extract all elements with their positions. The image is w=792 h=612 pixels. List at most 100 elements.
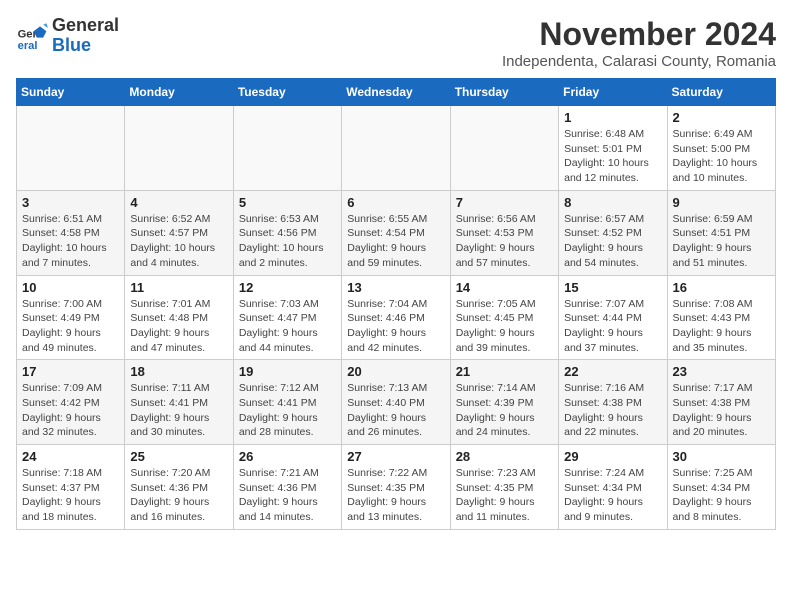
calendar-cell: 12 Sunrise: 7:03 AM Sunset: 4:47 PM Dayli…	[233, 275, 341, 360]
day-info: Sunrise: 7:17 AM Sunset: 4:38 PM Dayligh…	[673, 381, 770, 440]
weekday-header-row: SundayMondayTuesdayWednesdayThursdayFrid…	[17, 79, 776, 106]
day-info: Sunrise: 7:08 AM Sunset: 4:43 PM Dayligh…	[673, 297, 770, 356]
day-number: 7	[456, 195, 553, 210]
weekday-header-thursday: Thursday	[450, 79, 558, 106]
day-number: 11	[130, 280, 227, 295]
day-number: 15	[564, 280, 661, 295]
day-number: 17	[22, 364, 119, 379]
weekday-header-sunday: Sunday	[17, 79, 125, 106]
calendar-cell: 9 Sunrise: 6:59 AM Sunset: 4:51 PM Daylig…	[667, 190, 775, 275]
day-number: 25	[130, 449, 227, 464]
day-number: 27	[347, 449, 444, 464]
calendar-week-row: 1 Sunrise: 6:48 AM Sunset: 5:01 PM Daylig…	[17, 106, 776, 191]
calendar-table: SundayMondayTuesdayWednesdayThursdayFrid…	[16, 78, 776, 530]
logo-general-text: General	[52, 16, 119, 36]
calendar-cell: 21 Sunrise: 7:14 AM Sunset: 4:39 PM Dayli…	[450, 360, 558, 445]
calendar-cell: 8 Sunrise: 6:57 AM Sunset: 4:52 PM Daylig…	[559, 190, 667, 275]
day-info: Sunrise: 7:21 AM Sunset: 4:36 PM Dayligh…	[239, 466, 336, 525]
day-number: 13	[347, 280, 444, 295]
day-info: Sunrise: 6:48 AM Sunset: 5:01 PM Dayligh…	[564, 127, 661, 186]
day-number: 22	[564, 364, 661, 379]
day-number: 20	[347, 364, 444, 379]
day-number: 18	[130, 364, 227, 379]
day-number: 21	[456, 364, 553, 379]
day-number: 30	[673, 449, 770, 464]
title-area: November 2024 Independenta, Calarasi Cou…	[502, 16, 776, 70]
calendar-cell: 30 Sunrise: 7:25 AM Sunset: 4:34 PM Dayli…	[667, 445, 775, 530]
calendar-cell: 1 Sunrise: 6:48 AM Sunset: 5:01 PM Daylig…	[559, 106, 667, 191]
day-info: Sunrise: 6:55 AM Sunset: 4:54 PM Dayligh…	[347, 212, 444, 271]
calendar-cell	[17, 106, 125, 191]
day-number: 6	[347, 195, 444, 210]
calendar-cell: 13 Sunrise: 7:04 AM Sunset: 4:46 PM Dayli…	[342, 275, 450, 360]
calendar-cell	[342, 106, 450, 191]
calendar-cell	[125, 106, 233, 191]
day-number: 8	[564, 195, 661, 210]
day-number: 24	[22, 449, 119, 464]
day-number: 1	[564, 110, 661, 125]
calendar-cell: 2Sunrise: 6:49 AM Sunset: 5:00 PM Daylig…	[667, 106, 775, 191]
day-number: 29	[564, 449, 661, 464]
calendar-week-row: 3Sunrise: 6:51 AM Sunset: 4:58 PM Daylig…	[17, 190, 776, 275]
logo-blue-text: Blue	[52, 36, 119, 56]
day-number: 19	[239, 364, 336, 379]
day-info: Sunrise: 7:25 AM Sunset: 4:34 PM Dayligh…	[673, 466, 770, 525]
day-info: Sunrise: 7:03 AM Sunset: 4:47 PM Dayligh…	[239, 297, 336, 356]
day-number: 16	[673, 280, 770, 295]
day-number: 12	[239, 280, 336, 295]
day-number: 14	[456, 280, 553, 295]
day-info: Sunrise: 6:53 AM Sunset: 4:56 PM Dayligh…	[239, 212, 336, 271]
day-info: Sunrise: 6:59 AM Sunset: 4:51 PM Dayligh…	[673, 212, 770, 271]
day-info: Sunrise: 7:00 AM Sunset: 4:49 PM Dayligh…	[22, 297, 119, 356]
calendar-week-row: 17 Sunrise: 7:09 AM Sunset: 4:42 PM Dayli…	[17, 360, 776, 445]
calendar-cell: 15 Sunrise: 7:07 AM Sunset: 4:44 PM Dayli…	[559, 275, 667, 360]
day-info: Sunrise: 7:24 AM Sunset: 4:34 PM Dayligh…	[564, 466, 661, 525]
calendar-cell: 22Sunrise: 7:16 AM Sunset: 4:38 PM Dayli…	[559, 360, 667, 445]
calendar-week-row: 10Sunrise: 7:00 AM Sunset: 4:49 PM Dayli…	[17, 275, 776, 360]
page-header: Gen eral General Blue November 2024 Inde…	[16, 16, 776, 70]
day-info: Sunrise: 7:04 AM Sunset: 4:46 PM Dayligh…	[347, 297, 444, 356]
svg-text:eral: eral	[18, 40, 38, 52]
calendar-cell: 3Sunrise: 6:51 AM Sunset: 4:58 PM Daylig…	[17, 190, 125, 275]
location-subtitle: Independenta, Calarasi County, Romania	[502, 53, 776, 70]
calendar-cell: 25 Sunrise: 7:20 AM Sunset: 4:36 PM Dayli…	[125, 445, 233, 530]
calendar-cell: 23 Sunrise: 7:17 AM Sunset: 4:38 PM Dayli…	[667, 360, 775, 445]
day-info: Sunrise: 6:51 AM Sunset: 4:58 PM Dayligh…	[22, 212, 119, 271]
logo-text: General Blue	[52, 16, 119, 56]
weekday-header-tuesday: Tuesday	[233, 79, 341, 106]
day-info: Sunrise: 7:05 AM Sunset: 4:45 PM Dayligh…	[456, 297, 553, 356]
calendar-cell: 4Sunrise: 6:52 AM Sunset: 4:57 PM Daylig…	[125, 190, 233, 275]
calendar-cell	[233, 106, 341, 191]
calendar-cell: 5 Sunrise: 6:53 AM Sunset: 4:56 PM Daylig…	[233, 190, 341, 275]
weekday-header-saturday: Saturday	[667, 79, 775, 106]
calendar-cell: 20 Sunrise: 7:13 AM Sunset: 4:40 PM Dayli…	[342, 360, 450, 445]
day-info: Sunrise: 7:13 AM Sunset: 4:40 PM Dayligh…	[347, 381, 444, 440]
calendar-cell: 10Sunrise: 7:00 AM Sunset: 4:49 PM Dayli…	[17, 275, 125, 360]
day-info: Sunrise: 6:52 AM Sunset: 4:57 PM Dayligh…	[130, 212, 227, 271]
day-info: Sunrise: 7:01 AM Sunset: 4:48 PM Dayligh…	[130, 297, 227, 356]
calendar-cell: 7 Sunrise: 6:56 AM Sunset: 4:53 PM Daylig…	[450, 190, 558, 275]
calendar-cell: 26Sunrise: 7:21 AM Sunset: 4:36 PM Dayli…	[233, 445, 341, 530]
day-info: Sunrise: 7:14 AM Sunset: 4:39 PM Dayligh…	[456, 381, 553, 440]
calendar-cell	[450, 106, 558, 191]
day-info: Sunrise: 7:22 AM Sunset: 4:35 PM Dayligh…	[347, 466, 444, 525]
day-number: 23	[673, 364, 770, 379]
day-number: 2	[673, 110, 770, 125]
calendar-cell: 24 Sunrise: 7:18 AM Sunset: 4:37 PM Dayli…	[17, 445, 125, 530]
day-info: Sunrise: 7:18 AM Sunset: 4:37 PM Dayligh…	[22, 466, 119, 525]
calendar-week-row: 24 Sunrise: 7:18 AM Sunset: 4:37 PM Dayli…	[17, 445, 776, 530]
calendar-cell: 18 Sunrise: 7:11 AM Sunset: 4:41 PM Dayli…	[125, 360, 233, 445]
day-info: Sunrise: 7:20 AM Sunset: 4:36 PM Dayligh…	[130, 466, 227, 525]
day-info: Sunrise: 7:12 AM Sunset: 4:41 PM Dayligh…	[239, 381, 336, 440]
month-year-title: November 2024	[502, 16, 776, 53]
day-info: Sunrise: 7:09 AM Sunset: 4:42 PM Dayligh…	[22, 381, 119, 440]
day-info: Sunrise: 7:07 AM Sunset: 4:44 PM Dayligh…	[564, 297, 661, 356]
logo-icon: Gen eral	[16, 20, 48, 52]
weekday-header-wednesday: Wednesday	[342, 79, 450, 106]
calendar-cell: 27 Sunrise: 7:22 AM Sunset: 4:35 PM Dayli…	[342, 445, 450, 530]
day-number: 5	[239, 195, 336, 210]
day-number: 9	[673, 195, 770, 210]
day-info: Sunrise: 6:57 AM Sunset: 4:52 PM Dayligh…	[564, 212, 661, 271]
day-info: Sunrise: 7:11 AM Sunset: 4:41 PM Dayligh…	[130, 381, 227, 440]
day-info: Sunrise: 6:56 AM Sunset: 4:53 PM Dayligh…	[456, 212, 553, 271]
